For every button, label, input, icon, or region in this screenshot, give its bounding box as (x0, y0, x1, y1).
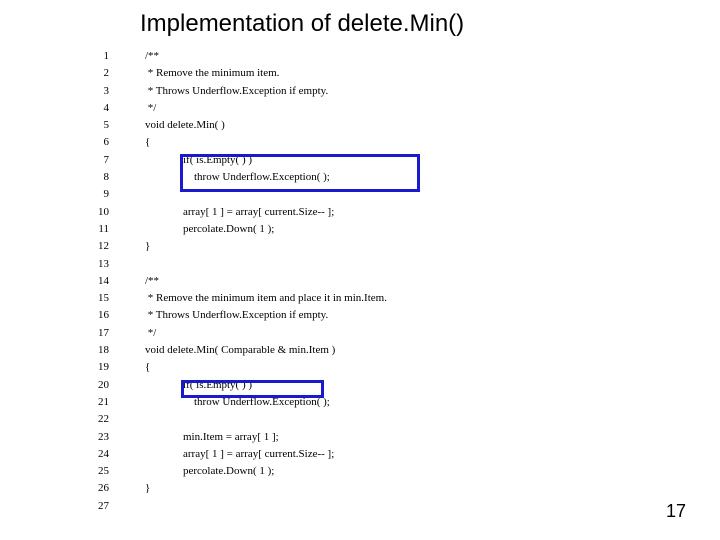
line-number: 9 (85, 188, 109, 200)
line-number: 25 (85, 465, 109, 477)
code-line: 17 */ (85, 327, 680, 344)
code-line: 10 array[ 1 ] = array[ current.Size-- ]; (85, 206, 680, 223)
code-text: * Remove the minimum item and place it i… (145, 292, 387, 304)
code-listing: 1/**2 * Remove the minimum item.3 * Thro… (85, 50, 680, 510)
code-line: 5 void delete.Min( ) (85, 119, 680, 136)
code-line: 16 * Throws Underflow.Exception if empty… (85, 309, 680, 326)
code-text: percolate.Down( 1 ); (145, 465, 274, 477)
code-text: { (145, 361, 150, 373)
code-line: 9 (85, 188, 680, 205)
line-number: 10 (85, 206, 109, 218)
code-line: 22 (85, 413, 680, 430)
code-text: /** (145, 50, 159, 62)
code-line: 24 array[ 1 ] = array[ current.Size-- ]; (85, 448, 680, 465)
line-number: 3 (85, 85, 109, 97)
code-line: 25 percolate.Down( 1 ); (85, 465, 680, 482)
line-number: 7 (85, 154, 109, 166)
code-text: void delete.Min( ) (145, 119, 225, 131)
line-number: 17 (85, 327, 109, 339)
code-line: 26} (85, 482, 680, 499)
code-text: throw Underflow.Exception( ); (145, 171, 330, 183)
code-line: 14 /** (85, 275, 680, 292)
line-number: 15 (85, 292, 109, 304)
code-text: /** (145, 275, 159, 287)
code-text: percolate.Down( 1 ); (145, 223, 274, 235)
line-number: 13 (85, 258, 109, 270)
code-line: 2 * Remove the minimum item. (85, 67, 680, 84)
code-line: 18 void delete.Min( Comparable & min.Item… (85, 344, 680, 361)
code-line: 15 * Remove the minimum item and place i… (85, 292, 680, 309)
code-text: throw Underflow.Exception( ); (145, 396, 330, 408)
code-text: if( is.Empty( ) ) (145, 154, 252, 166)
code-text: { (145, 136, 150, 148)
code-line: 13 (85, 258, 680, 275)
line-number: 16 (85, 309, 109, 321)
code-text: * Throws Underflow.Exception if empty. (145, 85, 328, 97)
code-line: 11 percolate.Down( 1 ); (85, 223, 680, 240)
code-text: if( is.Empty( ) ) (145, 379, 252, 391)
code-line: 4 */ (85, 102, 680, 119)
code-line: 21 throw Underflow.Exception( ); (85, 396, 680, 413)
line-number: 22 (85, 413, 109, 425)
line-number: 2 (85, 67, 109, 79)
code-line: 6{ (85, 136, 680, 153)
line-number: 12 (85, 240, 109, 252)
code-line: 3 * Throws Underflow.Exception if empty. (85, 85, 680, 102)
code-text: min.Item = array[ 1 ]; (145, 431, 279, 443)
code-text: */ (145, 102, 156, 114)
code-line: 23 min.Item = array[ 1 ]; (85, 431, 680, 448)
code-text: * Throws Underflow.Exception if empty. (145, 309, 328, 321)
line-number: 23 (85, 431, 109, 443)
line-number: 24 (85, 448, 109, 460)
line-number: 26 (85, 482, 109, 494)
code-line: 8 throw Underflow.Exception( ); (85, 171, 680, 188)
slide-title: Implementation of delete.Min() (140, 10, 464, 38)
code-text: } (145, 482, 150, 494)
line-number: 4 (85, 102, 109, 114)
code-line: 27 (85, 500, 680, 517)
code-line: 20 if( is.Empty( ) ) (85, 379, 680, 396)
line-number: 19 (85, 361, 109, 373)
page-number: 17 (666, 501, 686, 522)
line-number: 14 (85, 275, 109, 287)
code-line: 19 { (85, 361, 680, 378)
code-line: 1 /** (85, 50, 680, 67)
line-number: 21 (85, 396, 109, 408)
line-number: 8 (85, 171, 109, 183)
line-number: 18 (85, 344, 109, 356)
code-line: 7 if( is.Empty( ) ) (85, 154, 680, 171)
code-text: */ (145, 327, 156, 339)
code-text: array[ 1 ] = array[ current.Size-- ]; (145, 448, 334, 460)
code-line: 12} (85, 240, 680, 257)
line-number: 11 (85, 223, 109, 235)
code-text: * Remove the minimum item. (145, 67, 279, 79)
code-text: array[ 1 ] = array[ current.Size-- ]; (145, 206, 334, 218)
line-number: 5 (85, 119, 109, 131)
line-number: 1 (85, 50, 109, 62)
line-number: 20 (85, 379, 109, 391)
code-text: void delete.Min( Comparable & min.Item ) (145, 344, 335, 356)
code-text: } (145, 240, 150, 252)
line-number: 27 (85, 500, 109, 512)
line-number: 6 (85, 136, 109, 148)
